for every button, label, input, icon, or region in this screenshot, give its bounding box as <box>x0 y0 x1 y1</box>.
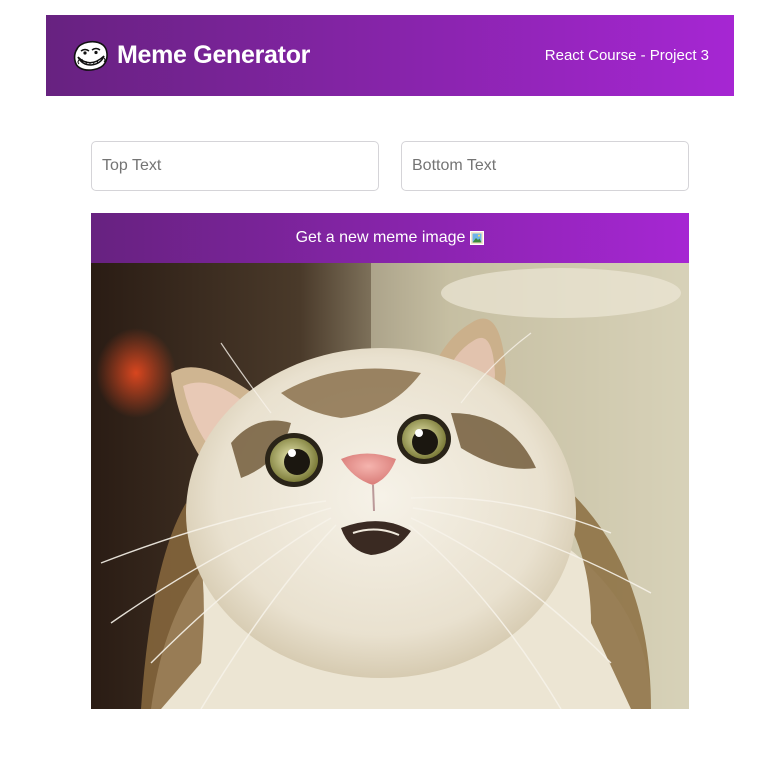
app-header: Meme Generator React Course - Project 3 <box>46 15 734 96</box>
framed-picture-icon <box>470 231 485 245</box>
troll-face-icon <box>73 40 108 71</box>
new-meme-button[interactable]: Get a new meme image <box>91 213 689 263</box>
bottom-text-input[interactable] <box>401 141 689 191</box>
app-title: Meme Generator <box>117 41 311 69</box>
meme-form <box>91 141 689 191</box>
course-label: React Course - Project 3 <box>544 47 709 64</box>
new-meme-button-label: Get a new meme image <box>295 229 466 246</box>
brand: Meme Generator <box>71 40 310 72</box>
meme-image <box>91 263 689 709</box>
top-text-input[interactable] <box>91 141 379 191</box>
